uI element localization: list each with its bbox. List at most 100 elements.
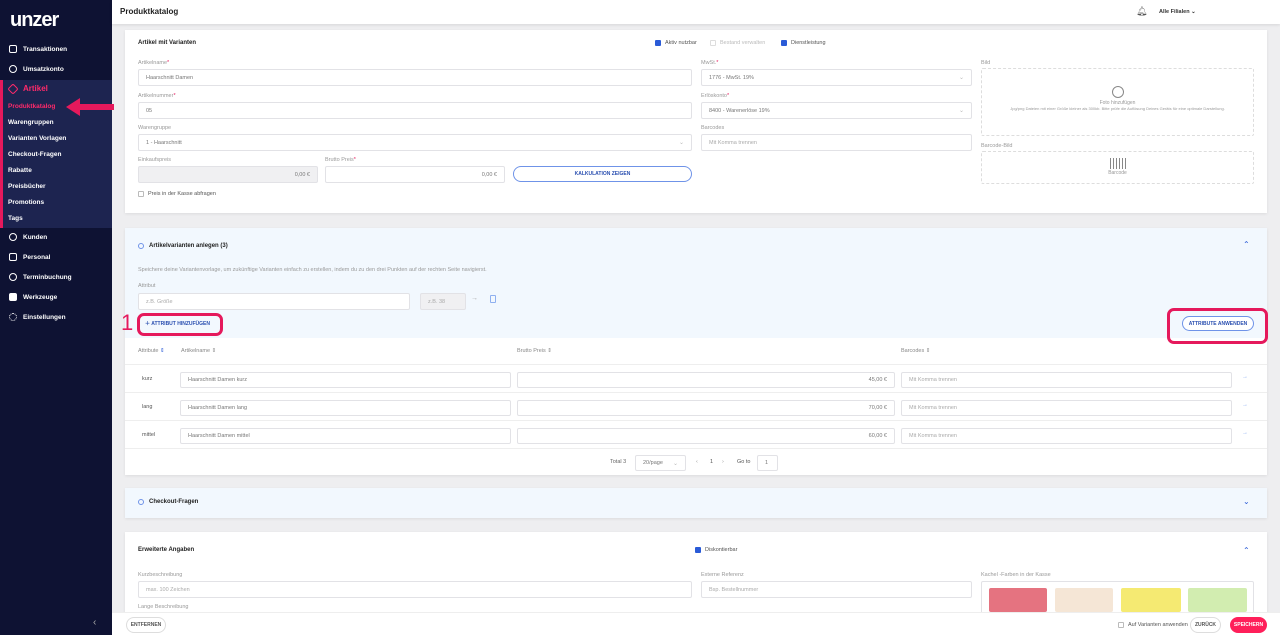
brutto-preis-input[interactable]: 0,00 € [325,166,505,183]
price-input[interactable]: 70,00 € [517,400,895,416]
remove-button[interactable]: ENTFERNEN [126,617,166,633]
sidebar-item-produktkatalog[interactable]: Produktkatalog [8,103,55,110]
sidebar-item-personal[interactable]: Personal [9,253,50,261]
save-button[interactable]: SPEICHERN [1230,617,1267,633]
goto-input[interactable]: 1 [757,455,778,471]
arrow-right-icon[interactable]: → [471,295,478,302]
barcode-input[interactable]: Mit Komma trennen [901,372,1232,388]
mwst-select[interactable]: 1776 - MwSt. 19% ⌄ [701,69,972,86]
chevron-up-icon[interactable]: ⌃ [1243,240,1250,249]
label: Umsatzkonto [23,65,64,73]
chevron-down-icon[interactable]: ⌄ [1243,497,1250,506]
sidebar-item-promotions[interactable]: Promotions [8,199,44,206]
collapse-sidebar-button[interactable]: ‹ [93,617,96,628]
apply-variants-checkbox[interactable]: Auf Varianten anwenden [1118,622,1188,628]
col-barcodes[interactable]: Barcodes ⇕ [901,348,930,354]
top-header: Produktkatalog 🔔︎ Alle Filialen ⌄ [112,0,1280,24]
chevron-up-icon[interactable]: ⌃ [1243,546,1250,555]
footer-bar: ENTFERNEN Auf Varianten anwenden ZURÜCK … [112,612,1280,635]
bestand-checkbox[interactable]: Bestand verwalten [710,40,765,46]
attribut-value-input[interactable]: z.B. 38 [420,293,466,310]
unzer-logo: unzer [10,9,59,31]
label: Personal [23,253,51,261]
image-upload[interactable]: Foto hinzufügen Jpg/png Dateien mit eine… [981,68,1254,136]
label: Terminbuchung [23,273,72,281]
color-swatch[interactable] [1055,588,1113,612]
bell-icon[interactable]: 🔔︎ [1136,6,1147,17]
folder-icon [9,293,17,301]
erloeskonto-select[interactable]: 8400 - Warenerlöse 19% ⌄ [701,102,972,119]
barcode-input[interactable]: Mit Komma trennen [901,428,1232,444]
sidebar-item-umsatzkonto[interactable]: Umsatzkonto [9,65,64,73]
sidebar-item-varianten-vorlagen[interactable]: Varianten Vorlagen [8,135,66,142]
current-page[interactable]: 1 [710,459,713,465]
next-page-button[interactable]: › [722,459,724,465]
apply-attributes-button[interactable]: ATTRIBUTE ANWENDEN [1182,316,1254,331]
user-icon [9,65,17,73]
externe-referenz-input[interactable]: Bsp. Bestellnummer [701,581,972,598]
einkaufspreis-input: 0,00 € [138,166,318,183]
warengruppe-label: Warengruppe [138,125,172,131]
page-size-select[interactable]: 20/page ⌄ [635,455,686,471]
artikelname-input[interactable]: Haarschnitt Damen [138,69,692,86]
attribut-input[interactable]: z.B. Größe [138,293,410,310]
dienstleistung-checkbox[interactable]: Dienstleistung [781,40,826,46]
color-swatch[interactable] [989,588,1047,612]
sidebar-item-transaktionen[interactable]: Transaktionen [9,45,67,53]
barcodes-input[interactable]: Mit Komma trennen [701,134,972,151]
col-attribute[interactable]: Attribute ⇕ [138,348,165,354]
color-swatch[interactable] [1188,588,1247,612]
sidebar-item-werkzeuge[interactable]: Werkzeuge [9,293,57,301]
sidebar-item-checkout-fragen[interactable]: Checkout-Fragen [8,151,61,158]
arrow-right-icon[interactable]: → [1242,402,1248,408]
label: Diskontierbar [705,547,738,553]
sidebar-item-artikel[interactable]: Artikel [7,82,48,95]
sidebar-item-einstellungen[interactable]: Einstellungen [9,313,66,321]
arrow-right-icon[interactable]: → [1242,374,1248,380]
barcode-icon [1109,158,1126,169]
sidebar-item-kunden[interactable]: Kunden [9,233,47,241]
prev-page-button[interactable]: ‹ [696,459,698,465]
goto-label: Go to [737,459,751,465]
sidebar-item-tags[interactable]: Tags [8,215,23,222]
label: Aktiv nutzbar [665,40,697,46]
aktiv-checkbox[interactable]: Aktiv nutzbar [655,40,697,46]
store-label: Alle Filialen [1159,9,1190,15]
col-artikelname[interactable]: Artikelname ⇕ [181,348,216,354]
trash-icon[interactable] [490,295,496,303]
article-card-title: Artikel mit Varianten [138,40,197,46]
sidebar-item-rabatte[interactable]: Rabatte [8,167,32,174]
kasse-checkbox[interactable]: Preis in der Kasse abfragen [138,191,216,197]
page-title: Produktkatalog [120,7,179,16]
kalkulation-button[interactable]: KALKULATION ZEIGEN [513,166,692,182]
sidebar-item-preisbuecher[interactable]: Preisbücher [8,183,46,190]
foto-hint: Jpg/png Dateien mit einer Größe kleiner … [1010,106,1225,111]
diskontierbar-checkbox[interactable]: Diskontierbar [695,547,737,553]
col-brutto[interactable]: Brutto Preis ⇕ [517,348,552,354]
arrow-right-icon[interactable]: → [1242,430,1248,436]
price-input[interactable]: 60,00 € [517,428,895,444]
price-input[interactable]: 45,00 € [517,372,895,388]
back-button[interactable]: ZURÜCK [1190,617,1221,633]
name-input[interactable]: Haarschnitt Damen mittel [180,428,511,444]
barcodes-label: Barcodes [701,125,725,131]
artikelnummer-label: Artikelnummer* [138,93,176,99]
color-swatch[interactable] [1121,588,1181,612]
artikelname-label: Artikelname* [138,60,170,66]
add-attribute-button[interactable]: ＋ ATTRIBUT HINZUFÜGEN [145,320,210,327]
checkout-card[interactable]: Checkout-Fragen ⌄ [125,488,1267,518]
kurzbeschreibung-input[interactable]: max. 100 Zeichen [138,581,692,598]
artikelnummer-input[interactable]: 05 [138,102,692,119]
pagination: Total 3 20/page ⌄ ‹ 1 › Go to 1 [125,448,1267,475]
barcode-input[interactable]: Mit Komma trennen [901,400,1232,416]
warengruppe-select[interactable]: 1 - Haarschnitt ⌄ [138,134,692,151]
extended-title: Erweiterte Angaben [138,547,195,553]
name-input[interactable]: Haarschnitt Damen kurz [180,372,511,388]
name-input[interactable]: Haarschnitt Damen lang [180,400,511,416]
sidebar-item-terminbuchung[interactable]: Terminbuchung [9,273,72,281]
store-selector[interactable]: Alle Filialen ⌄ [1159,9,1196,15]
clock-icon [9,273,17,281]
sidebar-item-warengruppen[interactable]: Warengruppen [8,119,54,126]
variants-title[interactable]: Artikelvarianten anlegen (3) [138,243,228,249]
label: Kunden [23,233,48,241]
